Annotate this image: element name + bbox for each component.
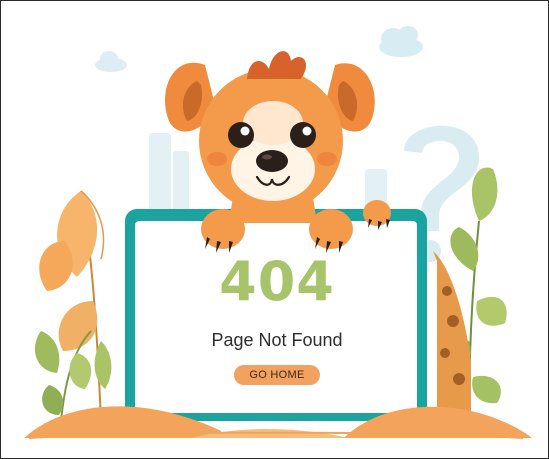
- error-code: 404: [219, 250, 335, 313]
- error-page: 404 Page Not Found GO HOME: [0, 0, 549, 459]
- go-home-button[interactable]: GO HOME: [234, 365, 320, 385]
- illustration: [1, 26, 548, 458]
- cloud-icon: [95, 51, 127, 72]
- error-message: Page Not Found: [211, 330, 343, 350]
- cloud-icon: [379, 26, 423, 57]
- giraffe-icon: [433, 251, 471, 421]
- error-content: 404 Page Not Found GO HOME: [142, 251, 412, 385]
